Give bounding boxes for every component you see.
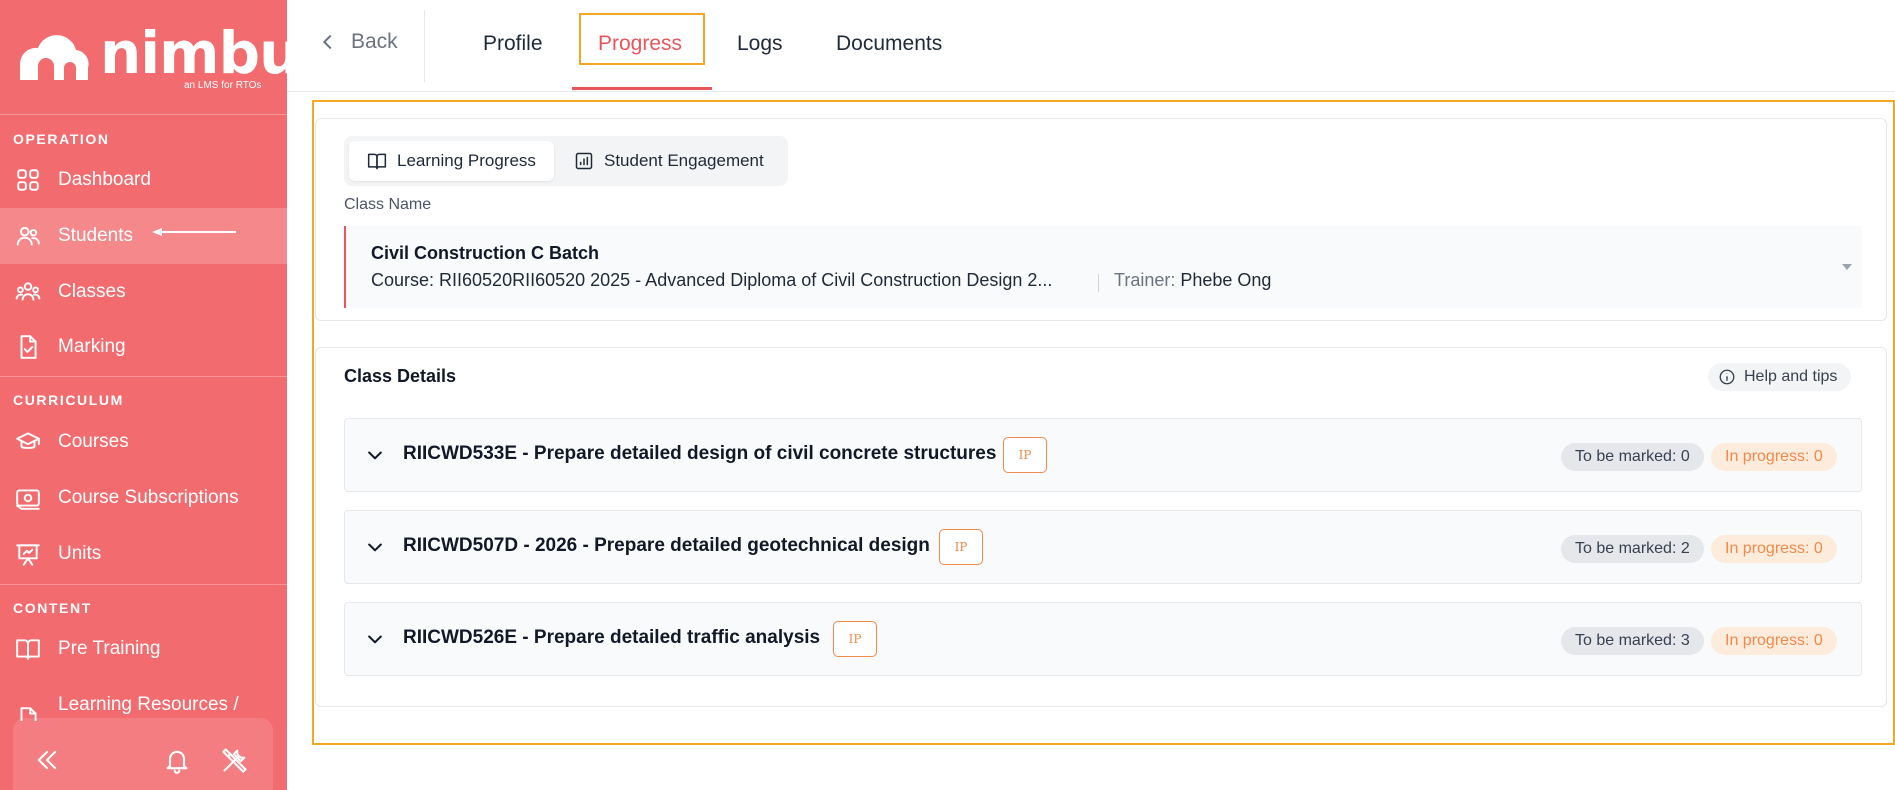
- ip-badge: IP: [833, 621, 877, 657]
- unit-row[interactable]: RIICWD526E - Prepare detailed traffic an…: [344, 602, 1862, 676]
- info-icon: [1719, 369, 1735, 385]
- section-operation: OPERATION: [13, 131, 110, 147]
- tab-logs[interactable]: Logs: [737, 32, 783, 56]
- sidebar-item-courses[interactable]: Courses: [0, 414, 287, 470]
- collapse-sidebar-button[interactable]: [31, 744, 63, 776]
- book-icon: [367, 153, 387, 170]
- to-be-marked-badge: To be marked: 3: [1561, 627, 1704, 655]
- to-be-marked-badge: To be marked: 0: [1561, 443, 1704, 471]
- arrow-left-icon: [152, 228, 236, 236]
- class-info-separator: [1098, 274, 1099, 292]
- sidebar-item-label: Classes: [58, 281, 126, 302]
- caret-down-icon: [1842, 264, 1852, 270]
- trainer-label: Trainer:: [1114, 270, 1176, 290]
- sidebar-footer: [13, 718, 273, 790]
- sidebar-divider: [0, 584, 287, 585]
- sidebar-item-pre-training[interactable]: Pre Training: [0, 621, 287, 677]
- topbar-separator: [424, 10, 425, 82]
- logo[interactable]: nimbu an LMS for RTOs: [14, 24, 300, 94]
- student-engagement-label: Student Engagement: [604, 151, 764, 170]
- notifications-button[interactable]: [161, 744, 193, 776]
- help-label: Help and tips: [1744, 368, 1838, 385]
- sidebar-item-label: Courses: [58, 431, 129, 452]
- sidebar-item-classes[interactable]: Classes: [0, 264, 287, 320]
- sidebar-item-marking[interactable]: Marking: [0, 319, 287, 375]
- class-title: Civil Construction C Batch: [371, 243, 600, 263]
- sidebar-item-learning-resources[interactable]: Learning Resources /: [0, 677, 287, 721]
- in-progress-badge: In progress: 0: [1711, 443, 1837, 471]
- active-tab-indicator: [572, 87, 712, 90]
- sidebar-item-label: Students: [58, 225, 133, 246]
- marking-icon: [14, 333, 42, 361]
- chevron-down-icon[interactable]: [365, 629, 385, 649]
- tab-progress[interactable]: Progress: [598, 32, 682, 56]
- tools-button[interactable]: [219, 744, 251, 776]
- book-icon: [14, 635, 42, 663]
- cloud-logo-icon: [19, 35, 89, 80]
- student-engagement-button[interactable]: Student Engagement: [556, 141, 782, 181]
- class-name-label: Class Name: [344, 196, 432, 213]
- ip-badge: IP: [939, 529, 983, 565]
- graduation-cap-icon: [14, 428, 42, 456]
- section-content: CONTENT: [13, 600, 92, 616]
- back-button[interactable]: Back: [317, 30, 398, 54]
- chevron-left-icon: [322, 34, 332, 50]
- sidebar-item-dashboard[interactable]: Dashboard: [0, 152, 287, 208]
- bell-icon: [166, 750, 188, 774]
- bar-chart-icon: [575, 152, 593, 170]
- progress-view-toggle: Learning Progress Student Engagement: [344, 136, 788, 186]
- sidebar-item-students[interactable]: Students: [0, 208, 287, 264]
- help-and-tips-button[interactable]: Help and tips: [1708, 363, 1852, 391]
- section-curriculum: CURRICULUM: [13, 392, 124, 408]
- unit-name: RIICWD526E - Prepare detailed traffic an…: [403, 627, 821, 648]
- to-be-marked-badge: To be marked: 2: [1561, 535, 1704, 563]
- classes-icon: [14, 278, 42, 306]
- learning-progress-label: Learning Progress: [397, 151, 536, 170]
- sidebar-item-label: Learning Resources /: [58, 694, 239, 715]
- in-progress-badge: In progress: 0: [1711, 535, 1837, 563]
- class-details-card: Class Details Help and tips RIICWD533E -…: [315, 347, 1887, 707]
- presentation-icon: [14, 540, 42, 568]
- ip-badge: IP: [1003, 437, 1047, 473]
- sidebar-item-course-subscriptions[interactable]: Course Subscriptions: [0, 470, 287, 526]
- sidebar-item-label: Units: [58, 543, 102, 564]
- class-course: Course: RII60520RII60520 2025 - Advanced…: [371, 270, 1053, 290]
- dashboard-icon: [14, 166, 42, 194]
- class-selection-card: Learning Progress Student Engagement Cla…: [315, 118, 1887, 321]
- sidebar-divider: [0, 114, 287, 115]
- trainer-name: Phebe Ong: [1180, 270, 1272, 290]
- sidebar-item-label: Pre Training: [58, 638, 161, 659]
- unit-name: RIICWD533E - Prepare detailed design of …: [403, 443, 997, 464]
- class-trainer: Trainer: Phebe Ong: [1114, 270, 1271, 291]
- brand-tagline: an LMS for RTOs: [184, 80, 262, 91]
- top-tab-bar: Back Profile Progress Logs Documents: [287, 0, 1895, 92]
- tab-profile[interactable]: Profile: [483, 32, 543, 56]
- brand-name: nimbu: [100, 19, 300, 87]
- tools-icon: [222, 748, 247, 773]
- users-icon: [14, 222, 42, 250]
- sidebar-item-label: Marking: [58, 336, 126, 357]
- subscription-icon: [14, 484, 42, 512]
- tab-documents[interactable]: Documents: [836, 32, 942, 56]
- class-select-dropdown[interactable]: Civil Construction C Batch Course: RII60…: [344, 226, 1862, 308]
- in-progress-badge: In progress: 0: [1711, 627, 1837, 655]
- unit-row[interactable]: RIICWD533E - Prepare detailed design of …: [344, 418, 1862, 492]
- class-details-title: Class Details: [344, 366, 457, 386]
- sidebar-item-units[interactable]: Units: [0, 526, 287, 582]
- chevron-down-icon[interactable]: [365, 445, 385, 465]
- unit-name: RIICWD507D - 2026 - Prepare detailed geo…: [403, 535, 930, 556]
- unit-row[interactable]: RIICWD507D - 2026 - Prepare detailed geo…: [344, 510, 1862, 584]
- sidebar-item-label: Dashboard: [58, 169, 151, 190]
- double-chevron-left-icon: [37, 750, 57, 770]
- sidebar-item-label: Course Subscriptions: [58, 487, 239, 508]
- chevron-down-icon[interactable]: [365, 537, 385, 557]
- sidebar: nimbu an LMS for RTOs OPERATION Dashboar…: [0, 0, 300, 790]
- sidebar-divider: [0, 376, 287, 377]
- learning-progress-button[interactable]: Learning Progress: [349, 141, 554, 181]
- back-label: Back: [351, 30, 398, 53]
